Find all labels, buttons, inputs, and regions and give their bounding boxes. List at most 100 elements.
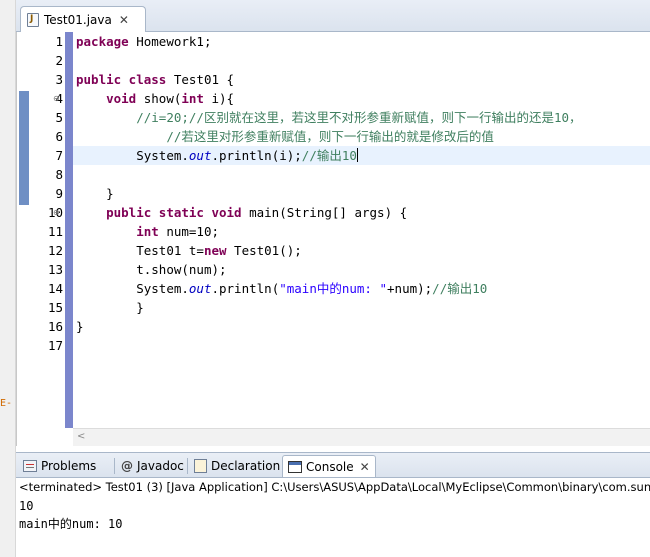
code-line-1: package Homework1; <box>76 32 650 51</box>
code-text: main(String[] args) { <box>241 205 408 220</box>
code-text: Test01 t= <box>136 243 204 258</box>
tab-javadoc[interactable]: @ Javadoc <box>116 455 189 477</box>
tab-problems[interactable]: Problems <box>18 455 101 477</box>
close-icon[interactable]: ✕ <box>360 460 370 474</box>
line-number: 14 <box>47 281 63 296</box>
keyword: public static void <box>106 205 242 220</box>
code-text: i){ <box>203 91 235 106</box>
tab-label: Javadoc <box>137 459 184 473</box>
editor-range-indicator <box>65 32 73 428</box>
java-file-icon <box>27 12 39 27</box>
code-text: System. <box>136 148 189 163</box>
comment: //i=20;//区别就在这里，若这里不对形参重新赋值，则下一行输出的还是10， <box>136 110 582 125</box>
left-panel-fragment: E- <box>0 398 13 409</box>
scroll-left-arrow-icon[interactable]: < <box>77 431 85 442</box>
overview-ruler <box>17 32 31 446</box>
code-line-12: Test01 t=new Test01(); <box>76 241 650 260</box>
line-number: 5 <box>55 110 63 125</box>
static-field: out <box>188 148 212 163</box>
tab-separator <box>114 458 115 474</box>
line-number: 10 <box>47 205 63 220</box>
line-number: 16 <box>47 319 63 334</box>
line-number: 17 <box>47 338 63 353</box>
code-text: System. <box>136 281 189 296</box>
console-output-line: main中的num: 10 <box>19 517 123 531</box>
editor-tab-test01[interactable]: Test01.java ✕ <box>20 6 146 32</box>
comment: //输出10 <box>301 148 357 163</box>
code-line-13: t.show(num); <box>76 260 650 279</box>
line-number: 15 <box>47 300 63 315</box>
declaration-icon <box>194 459 207 473</box>
console-view[interactable]: <terminated> Test01 (3) [Java Applicatio… <box>16 478 650 557</box>
keyword: package <box>76 34 129 49</box>
line-number: 12 <box>47 243 63 258</box>
keyword: int <box>136 224 159 239</box>
code-line-6: //若这里对形参重新赋值，则下一行输出的就是修改后的值 <box>76 127 650 146</box>
fold-collapse-icon[interactable]: ⊖ <box>53 208 60 217</box>
editor-tab-label: Test01.java <box>44 12 112 27</box>
code-text: t.show(num); <box>136 262 227 277</box>
console-icon <box>288 460 302 473</box>
code-text: show( <box>136 91 182 106</box>
code-text: num=10; <box>158 224 220 239</box>
line-number: 1 <box>55 34 63 49</box>
line-number: 9 <box>55 186 63 201</box>
tab-declaration[interactable]: Declaration <box>189 455 285 477</box>
line-number: 4 <box>55 91 63 106</box>
tab-console[interactable]: Console ✕ <box>282 455 376 477</box>
keyword: public class <box>76 72 167 87</box>
horizontal-scrollbar[interactable]: < <box>73 428 650 446</box>
tab-label: Console <box>306 459 354 474</box>
code-text: Test01(); <box>226 243 302 258</box>
close-icon[interactable]: ✕ <box>119 13 129 27</box>
keyword: void <box>106 91 137 106</box>
line-number: 3 <box>55 72 63 87</box>
code-text: } <box>76 319 84 334</box>
code-line-3: public class Test01 { <box>76 70 650 89</box>
problems-icon <box>23 460 37 472</box>
fold-collapse-icon[interactable]: ⊖ <box>53 94 60 103</box>
code-line-10: public static void main(String[] args) { <box>76 203 650 222</box>
editor-tab-bar: Test01.java ✕ <box>16 0 650 32</box>
tab-label: Declaration <box>211 459 281 473</box>
occurrence-marker <box>19 91 29 205</box>
at-sign-icon: @ <box>121 459 133 473</box>
source-code[interactable]: package Homework1; public class Test01 {… <box>73 32 650 428</box>
comment: //输出10 <box>432 281 488 296</box>
keyword: int <box>181 91 204 106</box>
string-literal: "main中的num: " <box>279 281 388 296</box>
text-caret <box>356 148 358 162</box>
line-number: 8 <box>55 167 63 182</box>
code-line-4: void show(int i){ <box>76 89 650 108</box>
code-text: .println(i); <box>211 148 302 163</box>
code-line-14: System.out.println("main中的num: "+num);//… <box>76 279 650 298</box>
line-number: 7 <box>55 148 63 163</box>
code-text: Homework1; <box>128 34 212 49</box>
code-line-16: } <box>76 317 650 336</box>
code-line-7-current: System.out.println(i);//输出10 <box>73 146 650 165</box>
left-panel-edge: E- <box>0 0 16 557</box>
keyword: new <box>203 243 227 258</box>
code-line-15: } <box>76 298 650 317</box>
code-text: } <box>136 300 144 315</box>
console-status-line: <terminated> Test01 (3) [Java Applicatio… <box>19 480 650 494</box>
line-number: 13 <box>47 262 63 277</box>
code-line-5: //i=20;//区别就在这里，若这里不对形参重新赋值，则下一行输出的还是10， <box>76 108 650 127</box>
code-editor[interactable]: 1 2 3 4 5 6 7 8 9 10 11 12 13 14 15 16 1… <box>16 32 650 446</box>
code-text: Test01 { <box>166 72 235 87</box>
code-line-11: int num=10; <box>76 222 650 241</box>
code-text: +num); <box>387 281 433 296</box>
